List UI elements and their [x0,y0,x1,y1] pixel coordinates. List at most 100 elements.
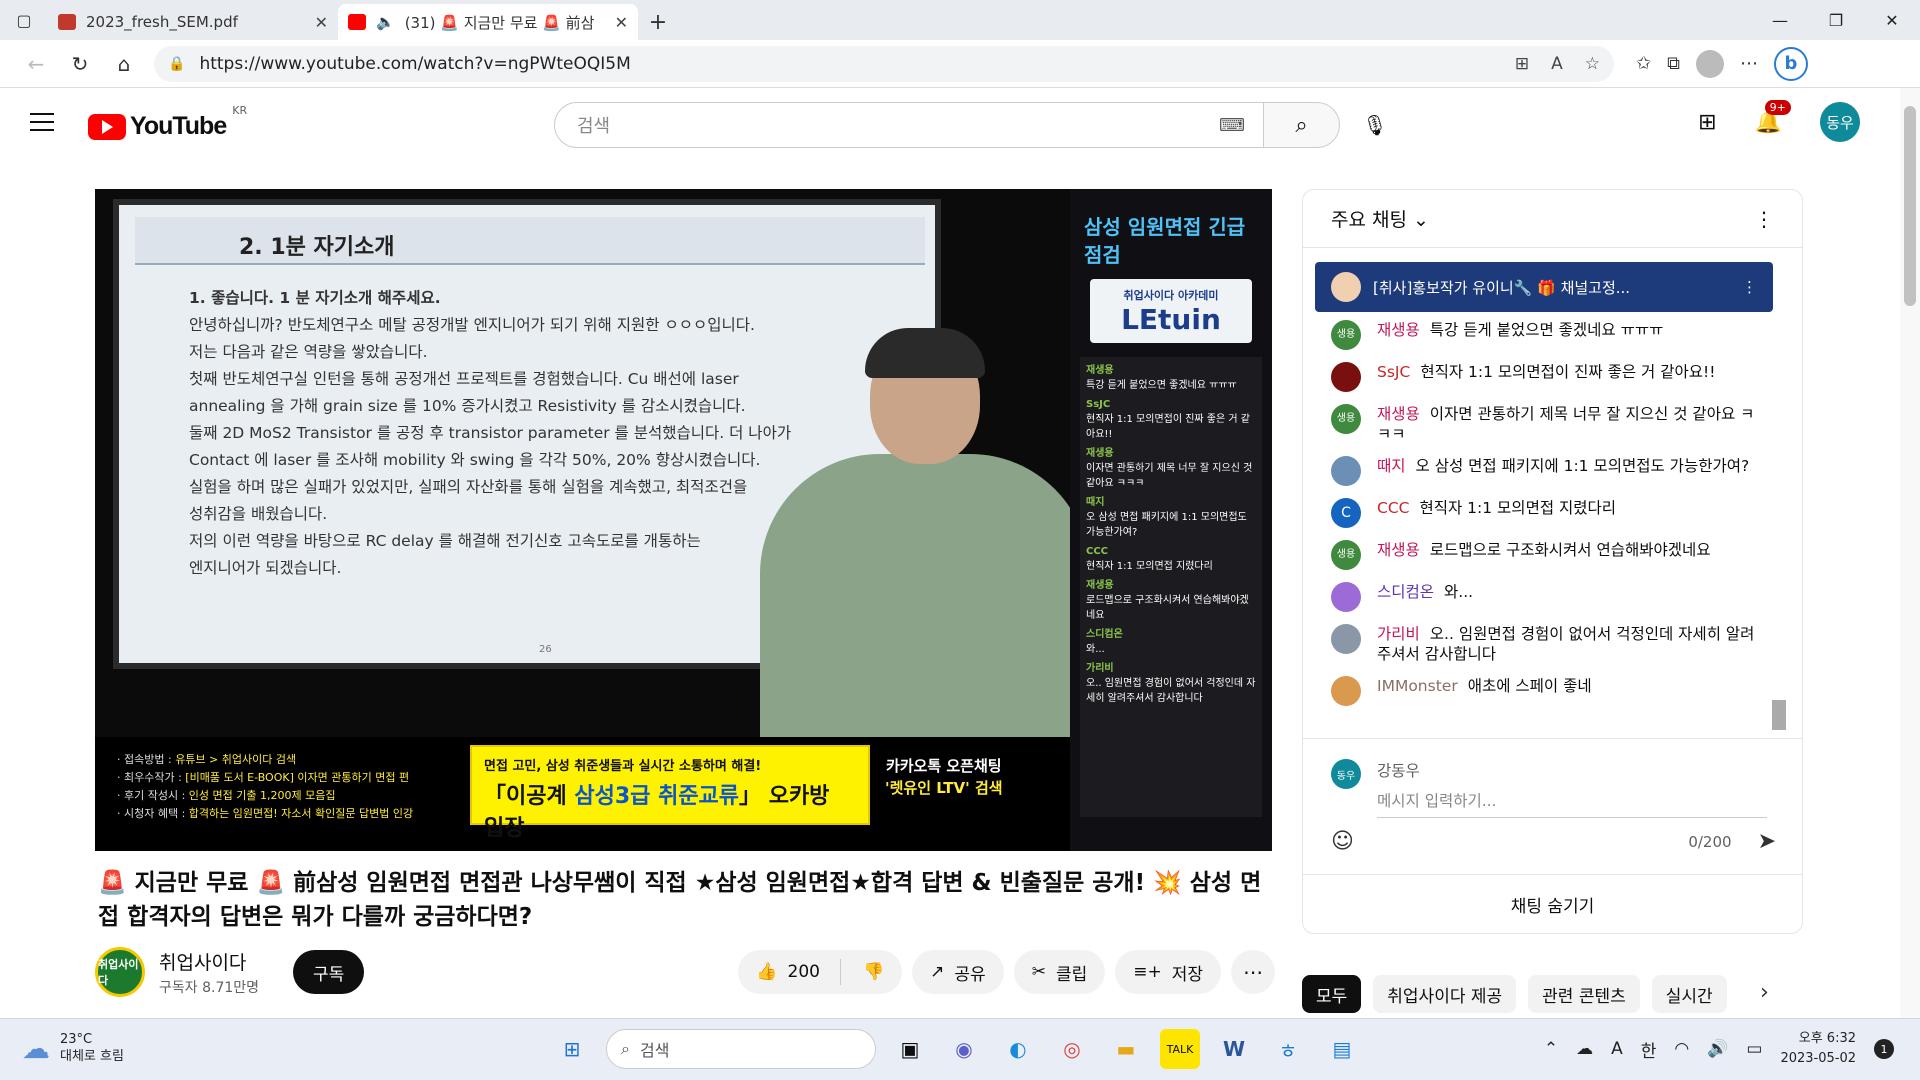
battery-icon[interactable]: ▭ [1746,1039,1762,1059]
minimize-icon[interactable]: — [1752,0,1808,40]
edge-icon[interactable]: ◐ [998,1029,1038,1069]
maximize-icon[interactable]: ❐ [1808,0,1864,40]
tab-actions-icon[interactable]: ▢ [0,0,48,40]
chat-message[interactable]: 생용 재생용 특강 듣게 붙었으면 좋겠네요 ㅠㅠㅠ [1331,320,1755,350]
chip-live[interactable]: 실시간 [1651,975,1727,1013]
send-icon[interactable]: ➤ [1758,829,1776,854]
mic-icon[interactable]: 🎙 [1352,102,1398,148]
search-input[interactable]: 검색 ⌨ [554,102,1264,148]
chat-message-input[interactable]: 메시지 입력하기... [1377,789,1767,818]
create-video-icon[interactable]: ⊞ [1698,110,1716,135]
pinned-text: [취사]홍보작가 유이니🔧 🎁 채널고정... [1373,278,1631,297]
more-actions-button[interactable]: ⋯ [1231,950,1275,994]
chat-menu-icon[interactable]: ⋮ [1754,207,1774,231]
wifi-icon[interactable]: ◠ [1674,1039,1689,1059]
chevron-down-icon: ⌄ [1413,209,1429,231]
search-button[interactable]: ⌕ [1264,102,1340,148]
pinned-menu-icon[interactable]: ⋮ [1742,278,1757,296]
file-explorer-icon[interactable]: ▬ [1106,1029,1146,1069]
youtube-logo[interactable]: YouTube KR [88,104,247,141]
favorites-icon[interactable]: ✩ [1636,53,1651,74]
profile-icon[interactable] [1695,49,1724,78]
clock[interactable]: 오후 6:32 2023-05-02 [1780,1029,1856,1069]
share-icon: ↗ [930,962,945,982]
close-window-icon[interactable]: ✕ [1864,0,1920,40]
bing-icon[interactable]: b [1773,46,1808,81]
menu-icon[interactable] [30,113,54,131]
chat-message[interactable]: 때지 오 삼성 면접 패키지에 1:1 모의면접도 가능한가여? [1331,456,1755,486]
browser-toolbar: ← ↻ ⌂ 🔒 https://www.youtube.com/watch?v=… [0,40,1920,88]
speaker-icon[interactable]: 🔈 [376,13,395,31]
chat-mode-dropdown[interactable]: 주요 채팅 ⌄ [1331,205,1429,232]
emoji-icon[interactable]: ☺ [1331,829,1354,854]
home-icon[interactable]: ⌂ [102,44,146,84]
refresh-icon[interactable]: ↻ [58,44,102,84]
pinned-message[interactable]: [취사]홍보작가 유이니🔧 🎁 채널고정... ⋮ [1315,262,1773,312]
save-button[interactable]: ≡+ 저장 [1115,950,1221,994]
header-icons: ⊞ 🔔 9+ 동우 [1698,99,1900,142]
menu-dots-icon[interactable]: ⋯ [1740,53,1758,74]
avatar[interactable]: 동우 [1820,102,1860,142]
word-icon[interactable]: W [1214,1029,1254,1069]
back-icon[interactable]: ← [14,44,58,84]
channel-name[interactable]: 취업사이다 [159,948,259,975]
tab-pdf[interactable]: 2023_fresh_SEM.pdf ✕ [48,4,338,40]
avatar: 생용 [1331,320,1361,350]
youtube-icon [348,14,366,30]
chat-message[interactable]: SsJC 현직자 1:1 모의면접이 진짜 좋은 거 같아요!! [1331,362,1755,392]
chip-channel[interactable]: 취업사이다 제공 [1373,975,1517,1013]
browser-right-buttons: ✩ ⧉ ⋯ b [1636,46,1808,81]
chat-message[interactable]: C CCC 현직자 1:1 모의면접 지렸다리 [1331,498,1755,528]
task-view-icon[interactable]: ▣ [890,1029,930,1069]
chat-message[interactable]: 가리비 오.. 임원면접 경험이 없어서 걱정인데 자세히 알려주셔서 감사합니다 [1331,624,1755,664]
chat-message[interactable]: IMMonster 애초에 스페이 좋네 [1331,676,1755,706]
chrome-icon[interactable]: ◎ [1052,1029,1092,1069]
clip-button[interactable]: ✂ 클립 [1013,950,1106,994]
read-aloud-icon[interactable]: A [1551,54,1563,74]
close-icon[interactable]: ✕ [615,13,628,32]
like-button[interactable]: 👍 200 [756,962,820,982]
chat-message[interactable]: 생용 재생용 로드맵으로 구조화시켜서 연습해봐야겠네요 [1331,540,1755,570]
chat-message[interactable]: 스디컴온 와... [1331,582,1755,612]
kakaotalk-icon[interactable]: TALK [1160,1029,1200,1069]
onedrive-icon[interactable]: ☁ [1576,1039,1593,1059]
add-favorite-icon[interactable]: ☆ [1585,54,1600,74]
weather-widget[interactable]: ☁ 23°C 대체로 흐림 [22,1031,124,1065]
page-scrollbar[interactable] [1900,88,1920,1018]
close-icon[interactable]: ✕ [315,13,328,32]
chevron-up-icon[interactable]: ⌃ [1544,1039,1558,1059]
collections-icon[interactable]: ⧉ [1667,53,1680,74]
chevron-right-icon[interactable]: › [1760,980,1769,1005]
notepad-icon[interactable]: ▤ [1322,1029,1362,1069]
subscribe-button[interactable]: 구독 [293,950,365,994]
logo-text: YouTube [130,112,227,140]
share-button[interactable]: ↗ 공유 [912,950,1004,994]
scroll-thumb[interactable] [1904,106,1916,306]
chat-header: 주요 채팅 ⌄ ⋮ [1303,190,1802,248]
chip-all[interactable]: 모두 [1302,975,1362,1013]
letuin-logo: 취업사이다 아카데미 LEtuin [1090,279,1252,343]
taskbar-search[interactable]: ⌕ 검색 [606,1029,876,1069]
chip-related[interactable]: 관련 콘텐츠 [1528,975,1640,1013]
notifications-icon[interactable]: 🔔 9+ [1755,99,1791,135]
lock-icon[interactable]: 🔒 [168,56,185,72]
chat-scrollbar[interactable] [1772,700,1786,730]
keyboard-icon[interactable]: ⌨ [1219,115,1245,136]
notification-count[interactable]: 1 [1874,1039,1894,1059]
hangul-icon[interactable]: ㅎ [1268,1029,1308,1069]
dislike-button[interactable]: 👎 [851,962,902,982]
volume-icon[interactable]: 🔊 [1707,1039,1728,1059]
video-player[interactable]: 2. 1분 자기소개 1. 좋습니다. 1 분 자기소개 해주세요. 안녕하십니… [95,189,1272,851]
chat-message[interactable]: 생용 재생용 이자면 관통하기 제목 너무 잘 지으신 것 같아요 ㅋㅋㅋ [1331,404,1755,444]
app-available-icon[interactable]: ⊞ [1515,54,1529,74]
pen-icon[interactable]: A [1611,1039,1623,1059]
live-chat: 주요 채팅 ⌄ ⋮ [취사]홍보작가 유이니🔧 🎁 채널고정... ⋮ 생용 재생… [1302,189,1803,934]
address-bar[interactable]: 🔒 https://www.youtube.com/watch?v=ngPWte… [154,45,1614,82]
tab-youtube[interactable]: 🔈 (31) 🚨 지금만 무료 🚨 前삼 ✕ [338,4,638,40]
chat-app-icon[interactable]: ◉ [944,1029,984,1069]
language-indicator[interactable]: 한 [1641,1037,1657,1062]
channel-avatar[interactable]: 취업사이다 [95,947,145,997]
windows-start-icon[interactable]: ⊞ [552,1029,592,1069]
hide-chat-button[interactable]: 채팅 숨기기 [1303,874,1802,933]
new-tab-button[interactable]: + [638,4,678,40]
